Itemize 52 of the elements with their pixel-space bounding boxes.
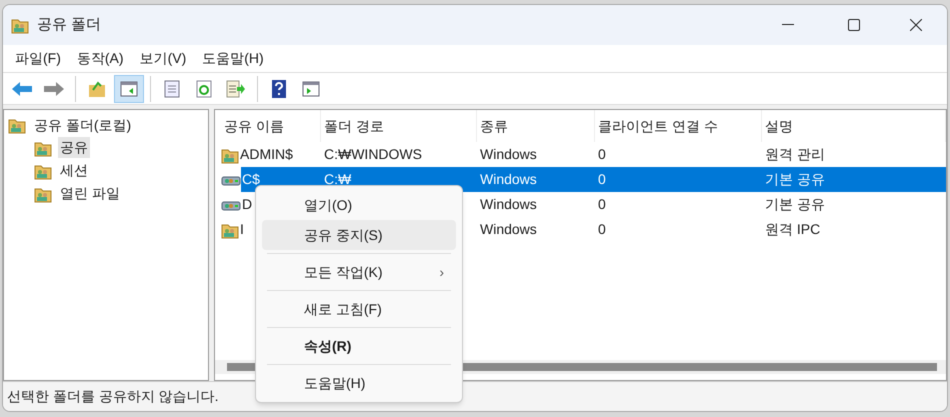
column-header[interactable]: 클라이언트 연결 수 [595,110,762,142]
tree-item[interactable]: 열린 파일 [58,183,122,204]
menu-item[interactable]: 동작(A) [70,48,130,69]
table-cell-text: 기본 공유 [765,170,825,189]
menu-item[interactable]: 모든 작업(K) › [262,257,456,287]
menu-item[interactable]: 공유 중지(S) [262,220,456,250]
table-cell-text: C:₩WINDOWS [324,145,422,164]
help-book-icon [271,78,287,98]
right-arrow-icon [43,80,65,96]
table-cell-text: 기본 공유 [765,195,825,214]
menu-item[interactable]: 도움말(H) [196,48,270,69]
minimize-icon [782,24,794,26]
tree-item[interactable]: 공유 폴더(로컬) [34,114,132,136]
table-cell-text: ADMIN$ [240,145,293,164]
table-cell-text: C:₩ [324,170,352,189]
folder-up-icon [88,80,106,98]
tree-item[interactable]: 공유 [58,137,90,158]
table-cell-text: 원격 IPC [765,220,820,239]
table-cell-text: 0 [598,170,606,189]
table-cell-text: 0 [598,195,606,214]
refresh-icon [196,80,212,98]
table-cell-text: Windows [480,170,537,189]
pane-icon [120,80,138,96]
column-header[interactable]: 설명 [762,110,946,142]
table-cell-text: 0 [598,145,606,164]
column-header[interactable]: 폴더 경로 [321,110,477,142]
table-cell-text: 0 [598,220,606,239]
maximize-icon [848,19,860,31]
table-cell-text: Windows [480,220,537,239]
table-cell-text: 원격 관리 [765,145,825,164]
column-header[interactable]: 공유 이름 [221,110,321,142]
export-list-icon [226,80,246,98]
menu-item[interactable]: 보기(V) [134,48,192,69]
status-text: 선택한 폴더를 공유하지 않습니다. [6,387,220,406]
table-cell-text: Windows [480,195,537,214]
menu-item[interactable]: 속성(R) [262,331,456,361]
table-cell-text: C$ [242,170,260,189]
pane-icon [302,80,320,96]
table-cell-text: D [242,195,252,214]
document-icon [164,80,180,98]
menu-item[interactable]: 도움말(H) [262,368,456,398]
close-icon [910,19,922,31]
tree-toggle-button[interactable] [114,74,144,102]
menu-item[interactable]: 새로 고침(F) [262,294,456,324]
menu-item[interactable]: 열기(O) [262,190,456,220]
table-cell-text: Windows [480,145,537,164]
tree-item[interactable]: 세션 [58,160,90,181]
column-header[interactable]: 종류 [477,110,595,142]
left-arrow-icon [11,80,33,96]
table-cell-text: I [240,220,244,239]
menu-item[interactable]: 파일(F) [9,48,67,69]
window-title: 공유 폴더 [37,14,102,35]
